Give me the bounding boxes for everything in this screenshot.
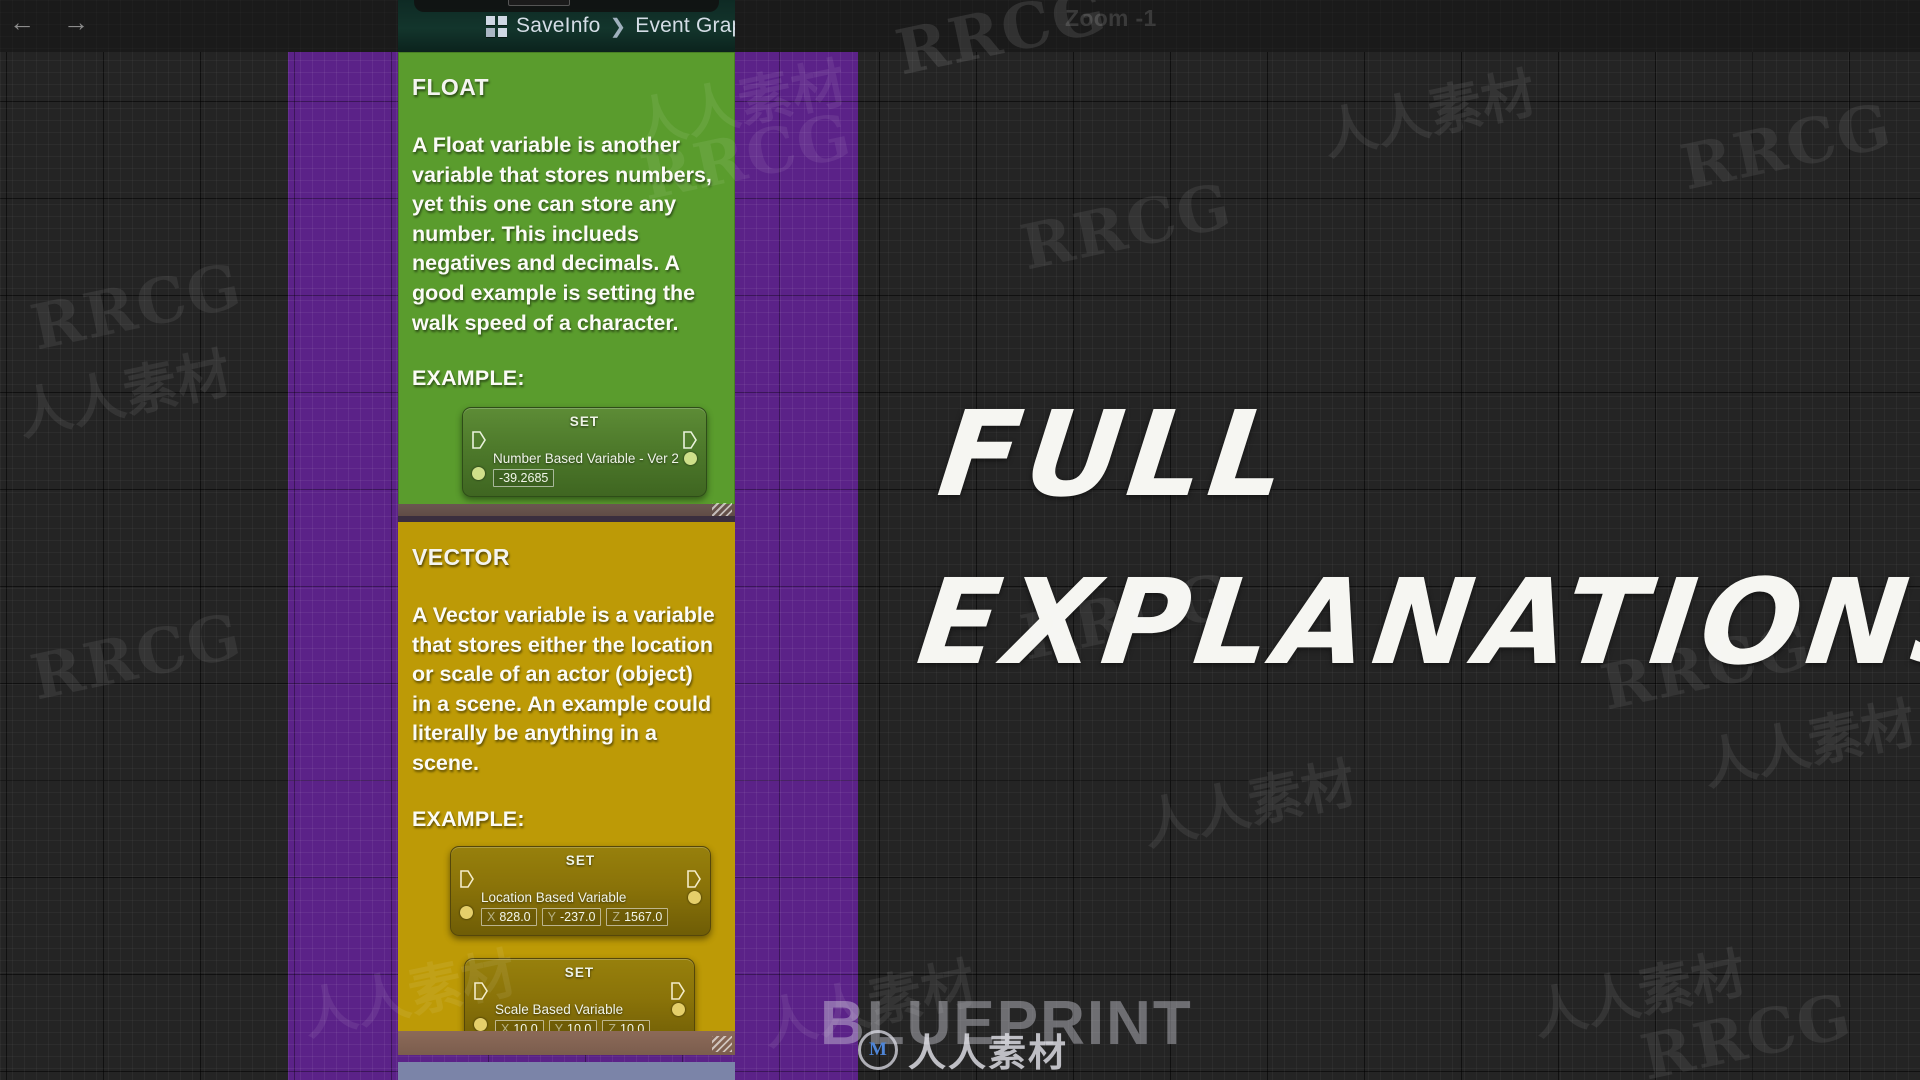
exec-out-pin-icon[interactable] [683, 431, 697, 449]
node-variable-row: Location Based Variable X 828.0 Y -237.0 Z… [451, 888, 710, 926]
axis-label-z: Z [612, 909, 621, 924]
panel-below-strip [398, 1062, 735, 1080]
blueprint-class-icon [486, 15, 507, 37]
set-node-title: SET [564, 964, 595, 980]
axis-value-y: -237.0 [559, 909, 596, 924]
node-exec-row [465, 981, 694, 1000]
value-field-x[interactable]: X 828.0 [481, 907, 537, 926]
data-out-pin[interactable] [684, 452, 697, 466]
set-node-title: SET [565, 852, 596, 868]
axis-label-x: X [487, 909, 496, 924]
data-in-pin[interactable] [472, 467, 485, 481]
data-out-pin[interactable] [672, 1002, 685, 1016]
breadcrumb-current[interactable]: Event Graph [635, 14, 735, 38]
node-exec-row [463, 431, 706, 449]
set-node-number-variable[interactable]: SET Number Based Variable - Ver 2 -39.26… [462, 407, 707, 498]
exec-in-pin-icon[interactable] [460, 869, 474, 888]
axis-label-y: Y [547, 909, 556, 924]
panel-float-body: A Float variable is another variable tha… [412, 133, 712, 335]
panel-vector-title: VECTOR [412, 544, 510, 570]
node-variable-name: Number Based Variable - Ver 2 [493, 451, 679, 467]
site-logo-icon: M [858, 1029, 898, 1070]
comment-panel-vector[interactable]: VECTOR A Vector variable is a variable t… [398, 516, 735, 1055]
zoom-level-label: Zoom -1 [1065, 5, 1157, 31]
breadcrumb: SaveInfo ❯ Event Graph [398, 0, 735, 52]
site-watermark-text: 人人素材 [908, 1031, 1069, 1075]
panel-vector-example-label: EXAMPLE: [412, 806, 525, 831]
panel-float-title: FLOAT [412, 74, 489, 100]
data-in-pin[interactable] [474, 1017, 487, 1031]
node-variable-name: Location Based Variable [481, 889, 627, 905]
axis-value-z: 1567.0 [624, 909, 663, 924]
panel-float-example-label: EXAMPLE: [412, 366, 525, 391]
overlay-title: FULL EXPLANATIONS [909, 370, 1920, 706]
overlay-title-line1: FULL [931, 385, 1300, 523]
data-out-pin[interactable] [688, 890, 701, 904]
toolbar-grid-texture [0, 0, 1920, 52]
node-variable-name: Scale Based Variable [495, 1001, 624, 1017]
overlay-title-line2: EXPLANATIONS [911, 553, 1920, 691]
panel-vector-body: A Vector variable is a variable that sto… [412, 603, 715, 775]
blueprint-graph-header: SaveInfo ❯ Event Graph [398, 0, 735, 52]
panel-vector-resize-grip[interactable] [712, 1036, 732, 1052]
graph-toolbar: ← → Zoom -1 [0, 0, 1920, 52]
exec-out-pin-icon[interactable] [687, 869, 701, 888]
axis-value-x: 828.0 [499, 909, 531, 924]
comment-panel-float[interactable]: FLOAT A Float variable is another variab… [398, 46, 735, 522]
set-node-title: SET [569, 414, 600, 430]
data-in-pin[interactable] [460, 905, 473, 919]
back-arrow-icon[interactable]: ← [8, 8, 36, 36]
value-field-z[interactable]: Z 1567.0 [606, 907, 669, 926]
forward-arrow-icon[interactable]: → [62, 8, 90, 36]
screen-root: FLOAT A Float variable is another variab… [0, 0, 1920, 1080]
chevron-right-icon: ❯ [609, 15, 627, 38]
exec-in-pin-icon[interactable] [472, 431, 486, 449]
breadcrumb-root[interactable]: SaveInfo [516, 14, 601, 38]
node-exec-row [451, 869, 710, 888]
exec-out-pin-icon[interactable] [671, 981, 685, 1000]
site-watermark: M 人人素材 [858, 1022, 1068, 1077]
panel-vector-bottom-band [398, 1031, 735, 1055]
set-node-location-variable[interactable]: SET Location Based Variable X 828.0 Y -2… [450, 845, 711, 936]
node-variable-row: Number Based Variable - Ver 2 -39.2685 [463, 449, 706, 488]
exec-in-pin-icon[interactable] [474, 981, 488, 1000]
value-field-y[interactable]: Y -237.0 [541, 907, 602, 926]
value-field[interactable]: -39.2685 [493, 469, 555, 488]
navigation-arrows: ← → [8, 8, 90, 36]
